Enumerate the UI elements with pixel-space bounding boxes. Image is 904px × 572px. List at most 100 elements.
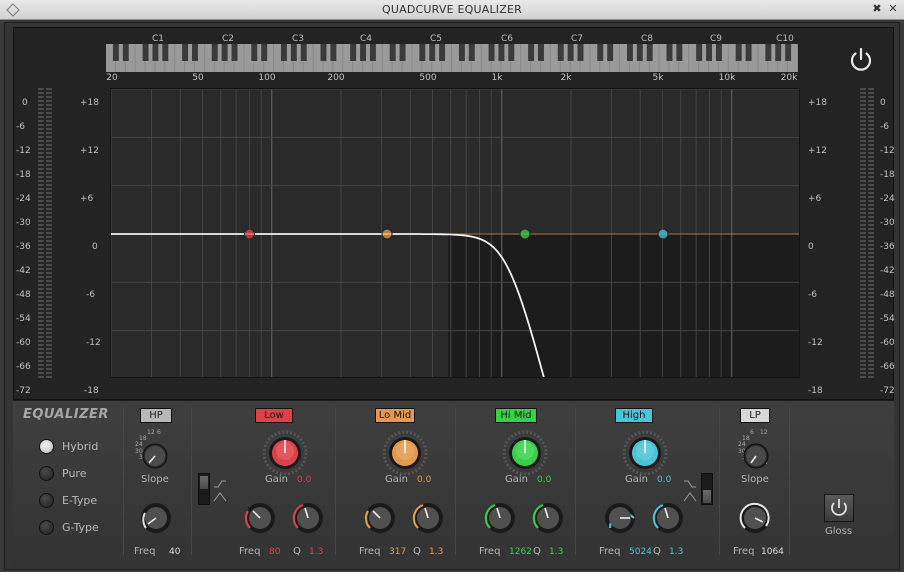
lo-mid-gain-knob[interactable]	[381, 429, 429, 477]
octave-label: C4	[359, 34, 373, 44]
black-key	[745, 44, 752, 61]
slope-scale-label: 12	[147, 429, 155, 436]
control-panel: EQUALIZER Hybrid Pure E-Type G-Type HP 1…	[13, 400, 894, 566]
black-key	[538, 44, 544, 61]
power-icon	[831, 499, 847, 516]
low-freq-knob[interactable]	[243, 501, 277, 535]
piano-keyboard	[106, 44, 798, 72]
mode-hybrid[interactable]: Hybrid	[39, 437, 98, 455]
black-key	[607, 44, 614, 61]
gloss-button[interactable]	[824, 494, 854, 522]
band-node-lo-mid[interactable]	[381, 228, 393, 240]
frequency-response-graph[interactable]	[110, 88, 800, 378]
meter-scale-label: -48	[880, 290, 895, 300]
high-gain-label: Gain	[625, 474, 648, 485]
hi-mid-gain-knob[interactable]	[501, 429, 549, 477]
lp-slope-knob[interactable]	[741, 441, 771, 471]
hp-freq-knob[interactable]	[139, 501, 173, 535]
black-key	[567, 44, 574, 61]
black-key	[735, 44, 742, 61]
band-hi-mid-button[interactable]: Hi Mid	[495, 408, 537, 423]
hp-slope-label: Slope	[141, 474, 169, 485]
frequency-tick-label: 200	[327, 73, 345, 83]
black-key	[320, 44, 327, 61]
black-key	[360, 44, 366, 61]
high-q-value: 1.3	[669, 547, 684, 557]
high-freq-knob[interactable]	[603, 501, 637, 535]
high-q-knob[interactable]	[651, 501, 685, 535]
meter-scale-label: 0	[880, 98, 886, 108]
low-q-knob[interactable]	[291, 501, 325, 535]
frequency-tick-label: 10k	[718, 73, 736, 83]
meter-scale-label: 0	[22, 98, 28, 108]
gain-scale-label: +6	[808, 194, 822, 204]
hi-mid-freq-knob[interactable]	[483, 501, 517, 535]
black-key	[597, 44, 604, 61]
lo-mid-freq-knob[interactable]	[363, 501, 397, 535]
black-key	[251, 44, 258, 61]
black-key	[439, 44, 446, 61]
slope-scale-label: 12	[760, 429, 768, 436]
black-key	[300, 44, 307, 61]
band-lo-mid-button[interactable]: Lo Mid	[375, 408, 415, 423]
close-icon[interactable]: ✕	[886, 2, 900, 16]
octave-label: C8	[640, 34, 654, 44]
frequency-tick-label: 2k	[560, 73, 572, 83]
black-key	[458, 44, 465, 61]
black-key	[419, 44, 426, 61]
frequency-tick-label: 5k	[652, 73, 664, 83]
mode-e-type[interactable]: E-Type	[39, 491, 97, 509]
low-shape-toggle[interactable]	[198, 473, 210, 505]
black-key	[468, 44, 475, 61]
high-gain-knob[interactable]	[621, 429, 669, 477]
mode-g-type[interactable]: G-Type	[39, 518, 99, 536]
band-node-high[interactable]	[657, 228, 669, 240]
plugin-frame: C1 C2 C3 C4 C5 C6 C7 C8 C9 C10 20 50 100 200 500 1k 2k 5…	[4, 22, 900, 570]
hi-mid-q-knob[interactable]	[531, 501, 565, 535]
hp-slope-knob[interactable]	[140, 441, 170, 471]
black-key	[636, 44, 643, 61]
mode-pure[interactable]: Pure	[39, 464, 86, 482]
gain-scale-label: +18	[808, 98, 827, 108]
black-key	[162, 44, 169, 61]
black-key	[626, 44, 633, 61]
meter-scale-label: -30	[16, 218, 31, 228]
power-icon[interactable]	[846, 44, 876, 74]
low-gain-value: 0.0	[297, 475, 312, 485]
gain-scale-label: -18	[808, 386, 823, 396]
gain-scale-label: -12	[808, 338, 823, 348]
frequency-tick-label: 100	[258, 73, 276, 83]
meter-scale-label: -24	[880, 194, 895, 204]
shelf-icon	[213, 480, 227, 502]
octave-label: C5	[429, 34, 443, 44]
black-key	[290, 44, 297, 61]
band-low-button[interactable]: Low	[255, 408, 293, 423]
pin-icon[interactable]: ✖︎	[870, 2, 884, 16]
lp-button[interactable]: LP	[740, 408, 770, 423]
black-key	[142, 44, 149, 61]
gloss-label: Gloss	[825, 526, 853, 537]
mode-led	[39, 438, 54, 454]
lp-freq-knob[interactable]	[738, 501, 772, 535]
band-high-button[interactable]: High	[615, 408, 653, 423]
hp-button[interactable]: HP	[140, 408, 172, 423]
band-node-low[interactable]	[243, 228, 255, 240]
black-key	[696, 44, 703, 61]
meter-scale-label: -6	[16, 122, 25, 132]
meter-scale-label: -18	[880, 170, 895, 180]
hi-mid-gain-label: Gain	[505, 474, 528, 485]
high-shape-toggle[interactable]	[701, 473, 713, 505]
octave-label: C9	[709, 34, 723, 44]
low-gain-knob[interactable]	[261, 429, 309, 477]
meter-scale-label: -12	[880, 146, 895, 156]
meter-scale-label: -18	[16, 170, 31, 180]
lp-freq-label: Freq	[733, 546, 755, 557]
octave-label: C6	[500, 34, 514, 44]
black-key	[577, 44, 584, 61]
meter-scale-label: -24	[16, 194, 31, 204]
gain-scale-label: 0	[808, 242, 814, 252]
lo-mid-freq-value: 317	[389, 547, 407, 557]
band-node-hi-mid[interactable]	[519, 228, 531, 240]
lo-mid-q-knob[interactable]	[411, 501, 445, 535]
black-key	[676, 44, 683, 61]
